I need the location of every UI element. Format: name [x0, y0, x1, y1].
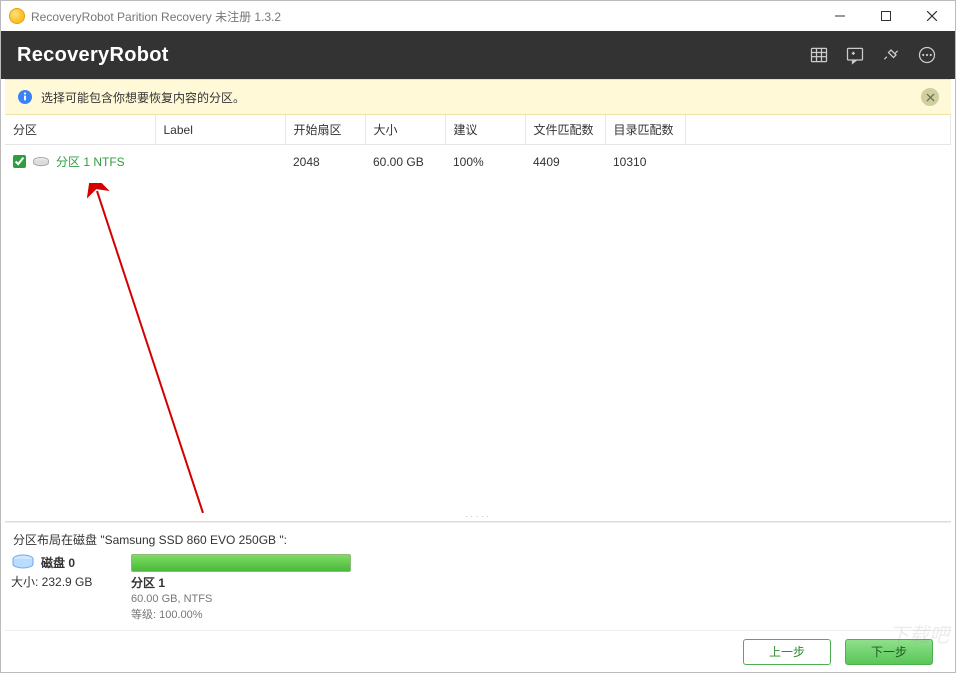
annotation-arrow: [85, 183, 215, 513]
splitter-handle[interactable]: ·····: [5, 513, 951, 521]
feedback-icon[interactable]: [837, 37, 873, 73]
partition-map: 分区 1 60.00 GB, NTFS 等级: 100.00%: [131, 554, 945, 624]
header-toolbar: [801, 37, 945, 73]
info-icon: [17, 89, 33, 105]
partition-bar-name: 分区 1: [131, 575, 945, 592]
partition-bar[interactable]: [131, 554, 351, 572]
col-suggestion[interactable]: 建议: [445, 115, 525, 145]
brand-label: RecoveryRobot: [17, 44, 801, 67]
cell-file-matches: 4409: [525, 145, 605, 178]
partition-bar-sub2: 等级: 100.00%: [131, 608, 945, 624]
more-icon[interactable]: [909, 37, 945, 73]
col-dir-matches[interactable]: 目录匹配数: [605, 115, 685, 145]
drive-icon: [32, 156, 50, 168]
disk-size: 大小: 232.9 GB: [11, 573, 121, 590]
disk-icon: [11, 554, 35, 570]
row-checkbox[interactable]: [13, 155, 26, 168]
view-grid-icon[interactable]: [801, 37, 837, 73]
partition-table: 分区 Label 开始扇区 大小 建议 文件匹配数 目录匹配数: [5, 115, 951, 522]
col-label[interactable]: Label: [155, 115, 285, 145]
window-controls: [817, 1, 955, 31]
titlebar[interactable]: RecoveryRobot Parition Recovery 未注册 1.3.…: [1, 1, 955, 31]
col-partition[interactable]: 分区: [5, 115, 155, 145]
footer: 上一步 下一步: [5, 630, 951, 672]
disk-summary: 磁盘 0 大小: 232.9 GB: [11, 554, 121, 590]
col-spacer: [685, 115, 951, 145]
maximize-button[interactable]: [863, 1, 909, 31]
layout-title: 分区布局在磁盘 "Samsung SSD 860 EVO 250GB ":: [11, 529, 945, 554]
partition-bar-sub1: 60.00 GB, NTFS: [131, 592, 945, 608]
layout-disk-model: "Samsung SSD 860 EVO 250GB ":: [100, 533, 287, 547]
cell-size: 60.00 GB: [365, 145, 445, 178]
next-button[interactable]: 下一步: [845, 639, 933, 665]
window-title: RecoveryRobot Parition Recovery 未注册 1.3.…: [31, 8, 817, 25]
app-header: RecoveryRobot: [1, 31, 955, 79]
close-button[interactable]: [909, 1, 955, 31]
app-window: RecoveryRobot Parition Recovery 未注册 1.3.…: [0, 0, 956, 673]
minimize-button[interactable]: [817, 1, 863, 31]
info-bar: 选择可能包含你想要恢复内容的分区。: [5, 79, 951, 115]
prev-button[interactable]: 上一步: [743, 639, 831, 665]
content-area: 分区 Label 开始扇区 大小 建议 文件匹配数 目录匹配数: [5, 115, 951, 672]
col-start-sector[interactable]: 开始扇区: [285, 115, 365, 145]
col-size[interactable]: 大小: [365, 115, 445, 145]
partition-name: 分区 1 NTFS: [56, 153, 125, 170]
layout-title-prefix: 分区布局在磁盘: [13, 533, 100, 547]
info-close-icon[interactable]: [921, 88, 939, 106]
table-header-row[interactable]: 分区 Label 开始扇区 大小 建议 文件匹配数 目录匹配数: [5, 115, 951, 145]
disk-label: 磁盘 0: [41, 554, 75, 571]
cell-suggestion: 100%: [445, 145, 525, 178]
cell-start-sector: 2048: [285, 145, 365, 178]
layout-panel: 分区布局在磁盘 "Samsung SSD 860 EVO 250GB ": 磁盘…: [5, 522, 951, 630]
col-file-matches[interactable]: 文件匹配数: [525, 115, 605, 145]
cell-label: [155, 145, 285, 178]
app-icon: [9, 8, 25, 24]
info-message: 选择可能包含你想要恢复内容的分区。: [41, 89, 913, 106]
cell-dir-matches: 10310: [605, 145, 685, 178]
table-row[interactable]: 分区 1 NTFS 2048 60.00 GB 100% 4409 10310: [5, 145, 951, 178]
connect-icon[interactable]: [873, 37, 909, 73]
